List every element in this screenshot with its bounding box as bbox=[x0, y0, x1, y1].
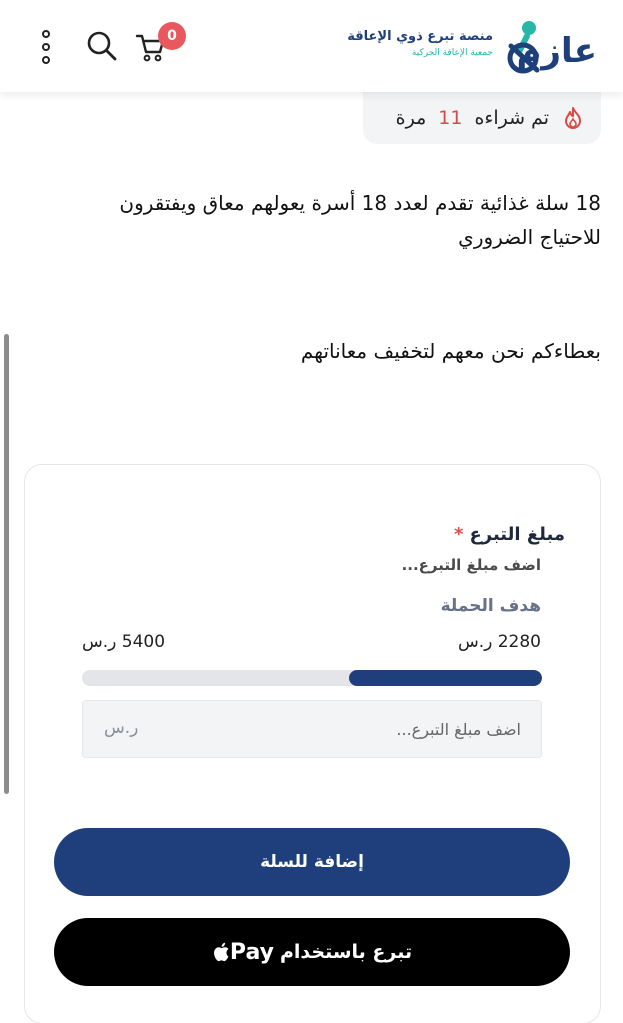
brand-logo-text: عازم bbox=[517, 31, 597, 71]
donation-amount-hint: اضف مبلغ التبرع... bbox=[401, 556, 541, 574]
page-scrollbar[interactable] bbox=[4, 334, 9, 794]
brand-logo[interactable]: منصة تبرع ذوي الإعاقة جمعية الإعاقة الحر… bbox=[341, 16, 601, 76]
apple-pay-button[interactable]: تبرع باستخدام Pay bbox=[54, 918, 570, 986]
sold-prefix: تم شراءه bbox=[474, 107, 549, 129]
target-amount: 5400 ر.س bbox=[82, 632, 166, 652]
add-to-cart-button[interactable]: إضافة للسلة bbox=[54, 828, 570, 896]
donation-amount-input[interactable] bbox=[82, 700, 542, 758]
donation-amount-label-text: مبلغ التبرع bbox=[469, 524, 565, 545]
brand-title: منصة تبرع ذوي الإعاقة bbox=[347, 29, 493, 44]
cart-count-badge: 0 bbox=[158, 22, 186, 50]
brand-text: منصة تبرع ذوي الإعاقة جمعية الإعاقة الحر… bbox=[347, 28, 493, 60]
required-mark: * bbox=[454, 524, 464, 545]
search-icon[interactable] bbox=[84, 28, 120, 64]
wheelchair-logo-icon: عازم bbox=[507, 21, 597, 74]
sold-suffix: مرة bbox=[395, 107, 427, 129]
donation-amount-label: مبلغ التبرع* bbox=[454, 524, 565, 545]
top-header: 0 منصة تبرع ذوي الإعاقة جمعية الإعاقة ال… bbox=[0, 0, 623, 92]
campaign-goal-label: هدف الحملة bbox=[440, 596, 541, 616]
more-menu-icon[interactable] bbox=[38, 30, 54, 64]
apple-pay-label: تبرع باستخدام bbox=[279, 941, 413, 963]
product-slogan: بعطاءكم نحن معهم لتخفيف معاناتهم bbox=[300, 339, 601, 363]
fire-icon bbox=[565, 107, 581, 129]
brand-subtitle: جمعية الإعاقة الحركية bbox=[411, 48, 493, 58]
apple-pay-word: Pay bbox=[229, 939, 274, 965]
apple-icon bbox=[213, 942, 229, 962]
apple-pay-mark: Pay bbox=[212, 940, 274, 965]
campaign-progress-bar bbox=[82, 670, 542, 686]
sold-count: 11 bbox=[438, 107, 463, 129]
currency-suffix: ر.س bbox=[104, 718, 139, 738]
raised-amount: 2280 ر.س bbox=[457, 632, 541, 652]
sold-count-box: تم شراءه 11 مرة bbox=[363, 92, 601, 144]
campaign-progress-fill bbox=[348, 670, 542, 686]
product-description: 18 سلة غذائية تقدم لعدد 18 أسرة يعولهم م… bbox=[119, 191, 601, 249]
